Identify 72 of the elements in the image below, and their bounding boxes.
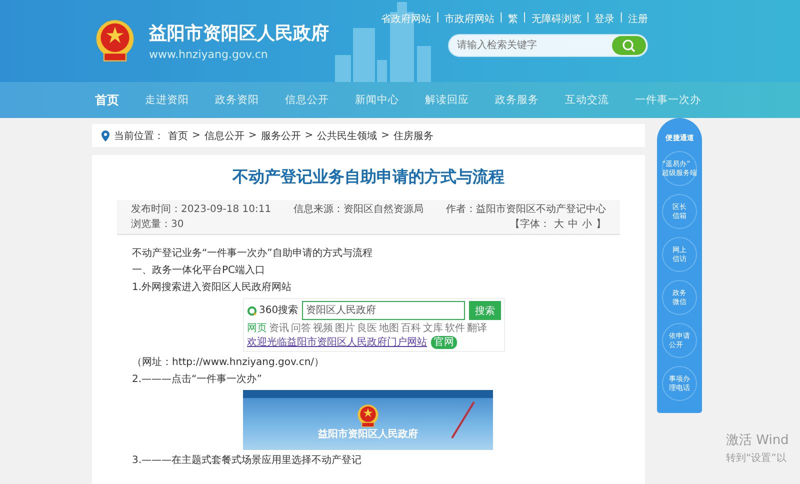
query-field: 资阳区人民政府 bbox=[302, 301, 465, 320]
emblem-icon bbox=[356, 404, 380, 428]
link-separator: | bbox=[522, 12, 526, 25]
font-size-link[interactable]: 大 bbox=[554, 218, 564, 231]
paragraph: 一、政务一体化平台PC端入口 bbox=[132, 264, 266, 277]
search-icon bbox=[622, 38, 636, 52]
search-tab-label: 问答 bbox=[291, 322, 311, 335]
breadcrumb-separator: > bbox=[192, 130, 200, 141]
search-tab-label: 翻译 bbox=[467, 322, 487, 335]
top-link[interactable]: 无障碍浏览 bbox=[531, 12, 582, 26]
nav-link[interactable]: 走进资阳 bbox=[145, 93, 189, 107]
breadcrumb-link[interactable]: 服务公开 bbox=[260, 128, 301, 142]
top-link[interactable]: 省政府网站 bbox=[381, 12, 432, 26]
breadcrumb-link[interactable]: 信息公开 bbox=[204, 128, 244, 142]
meta-info: 信息来源：资阳区自然资源局 bbox=[294, 203, 424, 216]
search-tab-label: 视频 bbox=[313, 322, 333, 335]
breadcrumb-link[interactable]: 首页 bbox=[168, 128, 188, 142]
breadcrumb-label: 当前位置： bbox=[114, 130, 164, 142]
nav-link[interactable]: 互动交流 bbox=[565, 93, 609, 107]
paragraph: 不动产登记业务“一件事一次办”自助申请的方式与流程 bbox=[132, 247, 374, 260]
breadcrumb-separator: > bbox=[248, 130, 257, 141]
search-tab-label: 网页 bbox=[247, 322, 267, 335]
location-pin-icon bbox=[101, 130, 110, 142]
paragraph: （网址：http://www.hnziyang.gov.cn/） bbox=[132, 356, 326, 369]
meta-info: 浏览量：30 bbox=[131, 218, 184, 231]
font-size-bracket: 】 bbox=[596, 218, 606, 231]
search-logo-text: 360搜索 bbox=[259, 304, 298, 317]
font-size-link[interactable]: 中 bbox=[568, 218, 578, 231]
nav-link[interactable]: 新闻中心 bbox=[355, 93, 399, 107]
link-separator: | bbox=[436, 12, 440, 25]
font-size-label: 【字体： bbox=[510, 218, 550, 231]
search-tab-label: 良医 bbox=[357, 322, 377, 335]
top-link[interactable]: 登录 bbox=[594, 12, 615, 26]
top-link[interactable]: 市政府网站 bbox=[444, 12, 494, 26]
search-tab-label: 图片 bbox=[335, 322, 355, 335]
screenshot-title: 益阳市资阳区人民政府 bbox=[318, 428, 418, 441]
search-tab-label: 百科 bbox=[401, 322, 421, 335]
activation-title: 激活 Wind bbox=[726, 432, 789, 449]
search-tab-label: 资讯 bbox=[269, 322, 289, 335]
nav-link[interactable]: 政务资阳 bbox=[215, 93, 259, 107]
result-link[interactable]: 欢迎光临益阳市资阳区人民政府门户网站 bbox=[247, 336, 427, 349]
search-button[interactable] bbox=[612, 36, 646, 55]
top-link[interactable]: 繁 bbox=[508, 12, 518, 26]
site-url: www.hnziyang.gov.cn bbox=[149, 48, 269, 61]
nav-link[interactable]: 解读回应 bbox=[425, 93, 469, 107]
paragraph: 3.———在主题式套餐式场景应用里选择不动产登记 bbox=[132, 454, 363, 467]
breadcrumb-link[interactable]: 公共民生领域 bbox=[317, 128, 378, 142]
search-logo-icon bbox=[247, 306, 257, 316]
meta-info: 发布时间：2023-09-18 10:11 bbox=[131, 203, 272, 216]
breadcrumb-separator: > bbox=[304, 130, 314, 141]
top-link[interactable]: 注册 bbox=[628, 12, 648, 26]
link-separator: | bbox=[620, 12, 623, 25]
meta-info: 作者：益阳市资阳区不动产登记中心 bbox=[446, 203, 606, 216]
font-size-link[interactable]: 小 bbox=[582, 218, 592, 231]
search-tab-label: 地图 bbox=[379, 322, 399, 335]
breadcrumb-separator: > bbox=[381, 130, 390, 141]
search-button[interactable]: 搜索 bbox=[469, 301, 501, 320]
activation-hint: 转到“设置”以 bbox=[726, 452, 788, 465]
search-tab-label: 文库 bbox=[423, 322, 443, 335]
site-title: 益阳市资阳区人民政府 bbox=[149, 22, 329, 45]
breadcrumb-link[interactable]: 住房服务 bbox=[394, 128, 434, 142]
paragraph: 1.外网搜索进入资阳区人民政府网站 bbox=[132, 281, 293, 294]
search-tab-label: 软件 bbox=[445, 322, 465, 335]
link-separator: | bbox=[500, 12, 503, 25]
nav-link[interactable]: 信息公开 bbox=[285, 93, 329, 107]
nav-link[interactable]: 政务服务 bbox=[495, 93, 539, 107]
article-title: 不动产登记业务自助申请的方式与流程 bbox=[231, 167, 506, 188]
paragraph: 2.———点击“一件事一次办” bbox=[132, 373, 263, 386]
official-badge: 官网 bbox=[431, 336, 457, 349]
nav-link[interactable]: 首页 bbox=[95, 92, 119, 108]
link-separator: | bbox=[586, 12, 590, 25]
nav-link[interactable]: 一件事一次办 bbox=[635, 93, 701, 107]
